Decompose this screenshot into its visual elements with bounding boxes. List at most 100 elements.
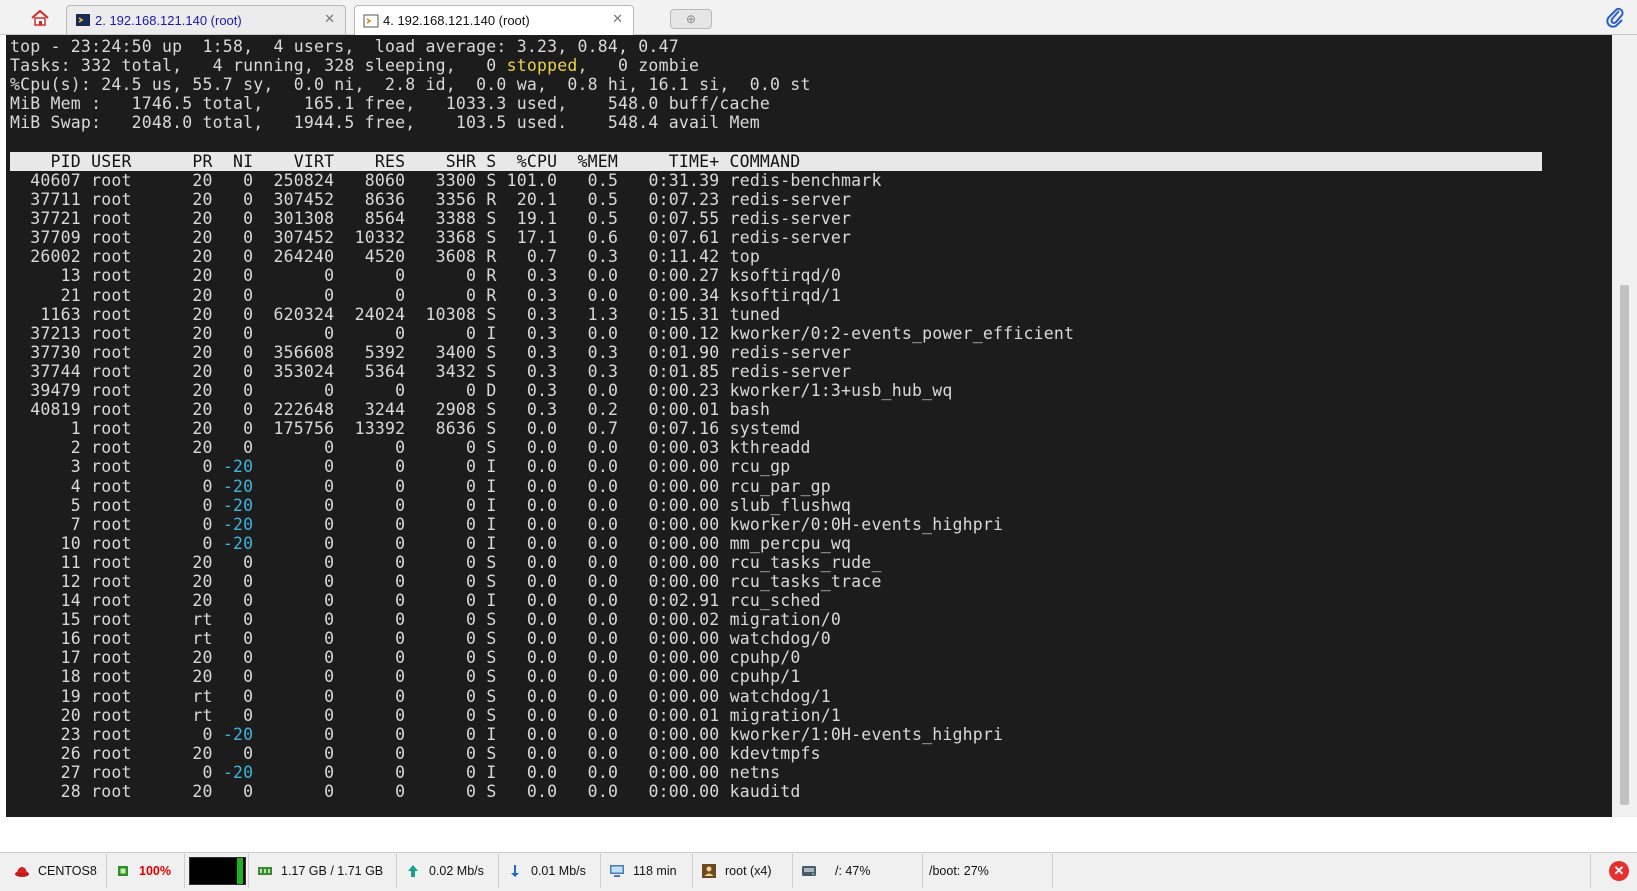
attach-button[interactable] <box>1605 6 1625 28</box>
process-pr-cell: 0 <box>131 457 213 477</box>
tasks-text: Tasks: 332 total, 4 running, 328 sleepin… <box>10 56 507 76</box>
process-pid-cell: 10 <box>10 533 81 553</box>
close-tab-icon[interactable]: ✕ <box>612 11 623 27</box>
process-pr-cell: 20 <box>131 400 213 420</box>
process-row: 20 root rt 0 0 0 0 S 0.0 0.0 0:00.01 mig… <box>10 706 1074 725</box>
hard-disk-icon <box>801 863 817 879</box>
process-mem-cell: 0.5 <box>557 190 619 210</box>
close-session-button[interactable]: ✕ <box>1609 861 1629 881</box>
process-ni-cell: 0 <box>212 629 254 649</box>
process-pr-cell: 20 <box>131 342 213 362</box>
process-res-cell: 0 <box>334 762 406 782</box>
tab-session-2[interactable]: 2. 192.168.121.140 (root) ✕ <box>66 5 346 34</box>
close-tab-icon[interactable]: ✕ <box>324 11 335 27</box>
process-time-cell: 0:02.91 <box>618 591 720 611</box>
process-command-cell: cpuhp/1 <box>719 667 801 687</box>
process-command-cell: kworker/0:2-events_power_efficient <box>719 323 1075 343</box>
process-mem-cell: 0.7 <box>557 419 619 439</box>
process-cpu-cell: 0.0 <box>496 648 558 668</box>
process-virt-cell: 0 <box>253 266 335 286</box>
process-time-cell: 0:00.01 <box>618 705 720 725</box>
process-command-cell: slub_flushwq <box>719 495 852 515</box>
process-res-cell: 0 <box>334 610 406 630</box>
process-s-cell: I <box>476 591 497 611</box>
process-pr-cell: 20 <box>131 190 213 210</box>
process-s-cell: S <box>476 686 497 706</box>
disk-boot-usage: /boot: 27% <box>929 864 989 878</box>
process-user-cell: root <box>80 190 132 210</box>
process-s-cell: S <box>476 171 497 190</box>
terminal[interactable]: top - 23:24:50 up 1:58, 4 users, load av… <box>6 35 1612 817</box>
process-ni-cell: 0 <box>212 667 254 687</box>
process-row: 21 root 20 0 0 0 0 R 0.3 0.0 0:00.34 kso… <box>10 286 1074 305</box>
status-upload: 0.02 Mb/s <box>397 854 499 888</box>
download-arrow-icon <box>507 863 523 879</box>
process-s-cell: I <box>476 724 497 744</box>
process-virt-cell: 0 <box>253 762 335 782</box>
process-ni-cell: 0 <box>212 438 254 458</box>
process-row: 26 root 20 0 0 0 0 S 0.0 0.0 0:00.00 kde… <box>10 744 1074 763</box>
process-pid-cell: 37711 <box>10 190 81 210</box>
process-shr-cell: 2908 <box>405 400 477 420</box>
process-res-cell: 0 <box>334 266 406 286</box>
process-res-cell: 3244 <box>334 400 406 420</box>
process-mem-cell: 0.0 <box>557 610 619 630</box>
new-tab-button[interactable]: ⊕ <box>670 9 712 29</box>
process-virt-cell: 0 <box>253 610 335 630</box>
process-cpu-cell: 0.0 <box>496 438 558 458</box>
process-user-cell: root <box>80 342 132 362</box>
process-virt-cell: 0 <box>253 667 335 687</box>
process-pr-cell: rt <box>131 705 213 725</box>
process-s-cell: S <box>476 304 497 324</box>
process-virt-cell: 0 <box>253 629 335 649</box>
scrollbar-thumb[interactable] <box>1620 285 1629 805</box>
process-shr-cell: 0 <box>405 743 477 763</box>
process-ni-cell: 0 <box>212 361 254 381</box>
terminal-scrollbar[interactable] <box>1612 35 1637 817</box>
process-cpu-cell: 0.3 <box>496 285 558 305</box>
process-user-cell: root <box>80 629 132 649</box>
process-virt-cell: 0 <box>253 591 335 611</box>
process-shr-cell: 0 <box>405 323 477 343</box>
process-mem-cell: 0.0 <box>557 571 619 591</box>
process-mem-cell: 0.0 <box>557 514 619 534</box>
tab-session-4[interactable]: 4. 192.168.121.140 (root) ✕ <box>354 5 634 35</box>
process-command-cell: redis-server <box>719 209 852 229</box>
process-ni-cell: 0 <box>212 400 254 420</box>
process-ni-cell: 0 <box>212 686 254 706</box>
process-virt-cell: 356608 <box>253 342 335 362</box>
process-pr-cell: rt <box>131 629 213 649</box>
summary-cpu-line: %Cpu(s): 24.5 us, 55.7 sy, 0.0 ni, 2.8 i… <box>10 75 811 95</box>
process-row: 40607 root 20 0 250824 8060 3300 S 101.0… <box>10 171 1074 190</box>
process-virt-cell: 0 <box>253 743 335 763</box>
process-command-cell: watchdog/1 <box>719 686 831 706</box>
process-row: 16 root rt 0 0 0 0 S 0.0 0.0 0:00.00 wat… <box>10 629 1074 648</box>
status-download: 0.01 Mb/s <box>499 854 601 888</box>
process-ni-cell: 0 <box>212 304 254 324</box>
monitor-icon <box>609 863 625 879</box>
process-mem-cell: 0.0 <box>557 533 619 553</box>
process-pr-cell: 20 <box>131 285 213 305</box>
status-uptime: 118 min <box>601 854 693 888</box>
process-res-cell: 5364 <box>334 361 406 381</box>
process-time-cell: 0:00.00 <box>618 457 720 477</box>
process-res-cell: 0 <box>334 724 406 744</box>
process-cpu-cell: 0.0 <box>496 514 558 534</box>
process-time-cell: 0:00.00 <box>618 724 720 744</box>
terminal-tab-icon <box>75 12 91 28</box>
process-pid-cell: 21 <box>10 285 81 305</box>
process-command-cell: kauditd <box>719 782 801 801</box>
close-icon: ✕ <box>1613 863 1625 878</box>
home-button[interactable] <box>16 3 64 33</box>
process-command-cell: rcu_gp <box>719 457 791 477</box>
process-mem-cell: 0.0 <box>557 323 619 343</box>
process-row: 19 root rt 0 0 0 0 S 0.0 0.0 0:00.00 wat… <box>10 687 1074 706</box>
process-res-cell: 0 <box>334 648 406 668</box>
process-row: 5 root 0 -20 0 0 0 I 0.0 0.0 0:00.00 slu… <box>10 496 1074 515</box>
process-mem-cell: 0.0 <box>557 782 619 801</box>
process-row: 40819 root 20 0 222648 3244 2908 S 0.3 0… <box>10 400 1074 419</box>
process-virt-cell: 0 <box>253 571 335 591</box>
process-mem-cell: 1.3 <box>557 304 619 324</box>
process-pid-cell: 14 <box>10 591 81 611</box>
process-ni-cell: -20 <box>212 724 254 744</box>
